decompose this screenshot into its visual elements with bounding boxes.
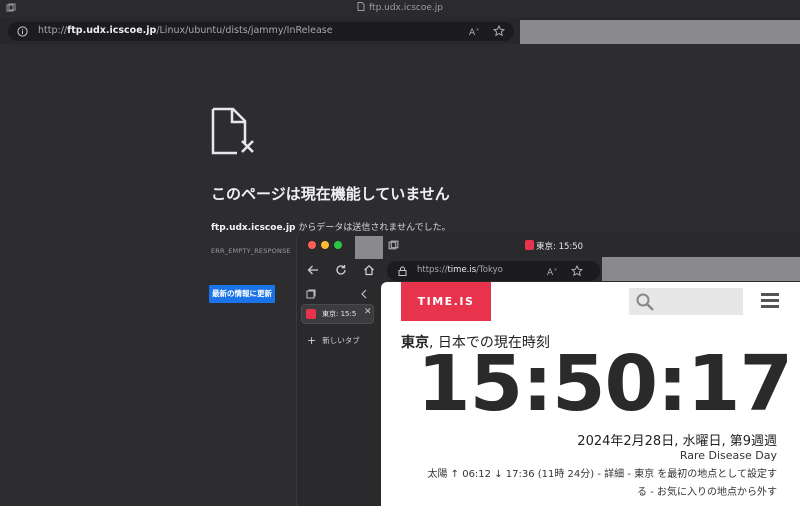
url-prefix: http:// — [38, 25, 68, 36]
read-aloud-icon[interactable]: A » — [547, 266, 559, 277]
lock-icon[interactable] — [398, 266, 407, 276]
refresh-icon[interactable] — [335, 264, 347, 276]
new-tab-button[interactable]: + 新しいタブ — [307, 334, 360, 347]
time-is-page: TIME.IS 東京, 日本での現在時刻 15:50:17 2024年2月28日… — [381, 282, 800, 506]
page-icon — [357, 2, 365, 11]
redacted-area — [520, 20, 800, 44]
redacted-area — [602, 257, 800, 281]
svg-text:A: A — [547, 268, 554, 277]
favorite-star-icon[interactable] — [493, 25, 505, 37]
day-event-link[interactable]: Rare Disease Day — [680, 449, 777, 462]
svg-text:»: » — [476, 27, 479, 33]
url-prefix: https:// — [417, 265, 448, 275]
tab-favicon-icon — [306, 309, 316, 319]
sidebar-tab-time-is[interactable]: 東京: 15:5 ✕ — [301, 304, 374, 324]
front-address-bar[interactable]: https://time.is/Tokyo A » — [387, 261, 600, 281]
close-tab-icon[interactable]: ✕ — [364, 307, 372, 317]
url-path: /Tokyo — [476, 265, 503, 275]
tab-actions-icon[interactable] — [306, 289, 316, 299]
close-window-button[interactable] — [308, 241, 316, 249]
current-date: 2024年2月28日, 水曜日, 第9週週 — [577, 434, 777, 449]
svg-text:»: » — [554, 267, 557, 273]
sun-info-line-2: る - お気に入りの地点から外す — [637, 487, 777, 498]
collapse-sidebar-icon[interactable] — [360, 289, 368, 299]
front-browser-window: 東京: 15:50 https://time.is/Tokyo A » 東京: … — [296, 232, 800, 506]
tab-favicon-icon — [525, 240, 534, 250]
window-tab-title: 東京: 15:50 — [536, 242, 584, 252]
front-url-text[interactable]: https://time.is/Tokyo — [417, 265, 503, 275]
error-code: ERR_EMPTY_RESPONSE — [211, 247, 291, 255]
back-arrow-icon[interactable] — [307, 264, 319, 276]
vertical-tabs-sidebar: 東京: 15:5 ✕ + 新しいタブ — [297, 282, 381, 506]
plus-icon: + — [307, 334, 317, 347]
info-icon[interactable] — [17, 26, 28, 37]
favorite-star-icon[interactable] — [571, 265, 583, 277]
maximize-window-button[interactable] — [334, 241, 342, 249]
svg-text:A: A — [469, 28, 476, 37]
current-time-clock: 15:50:17 — [417, 340, 793, 429]
redacted-area — [355, 236, 383, 259]
read-aloud-icon[interactable]: A » — [469, 26, 481, 37]
search-icon[interactable] — [635, 292, 655, 312]
sun-info-line-1: 太陽 ↑ 06:12 ↓ 17:36 (11時 24分) - 詳細 - 東京 を… — [427, 469, 777, 480]
search-input[interactable] — [629, 288, 743, 315]
time-is-logo[interactable]: TIME.IS — [401, 282, 491, 321]
back-window-titlebar: ftp.udx.icscoe.jp — [0, 0, 800, 18]
back-window-title-text: ftp.udx.icscoe.jp — [369, 3, 443, 13]
back-address-bar[interactable]: http://ftp.udx.icscoe.jp/Linux/ubuntu/di… — [8, 22, 514, 41]
url-host: ftp.udx.icscoe.jp — [67, 25, 157, 36]
workspaces-icon[interactable] — [388, 240, 399, 251]
menu-icon[interactable] — [761, 293, 779, 309]
back-window-title: ftp.udx.icscoe.jp — [0, 2, 800, 13]
new-tab-label: 新しいタブ — [322, 336, 360, 345]
sidebar-tab-label: 東京: 15:5 — [322, 310, 357, 318]
reload-button[interactable]: 最新の情報に更新 — [209, 285, 275, 303]
url-path: /Linux/ubuntu/dists/jammy/InRelease — [156, 25, 333, 36]
broken-file-icon — [211, 107, 254, 155]
error-host: ftp.udx.icscoe.jp — [211, 223, 296, 233]
url-host: time.is — [447, 265, 477, 275]
minimize-window-button[interactable] — [321, 241, 329, 249]
back-url-text[interactable]: http://ftp.udx.icscoe.jp/Linux/ubuntu/di… — [38, 25, 333, 36]
home-icon[interactable] — [363, 264, 375, 276]
error-title: このページは現在機能していません — [211, 185, 450, 203]
